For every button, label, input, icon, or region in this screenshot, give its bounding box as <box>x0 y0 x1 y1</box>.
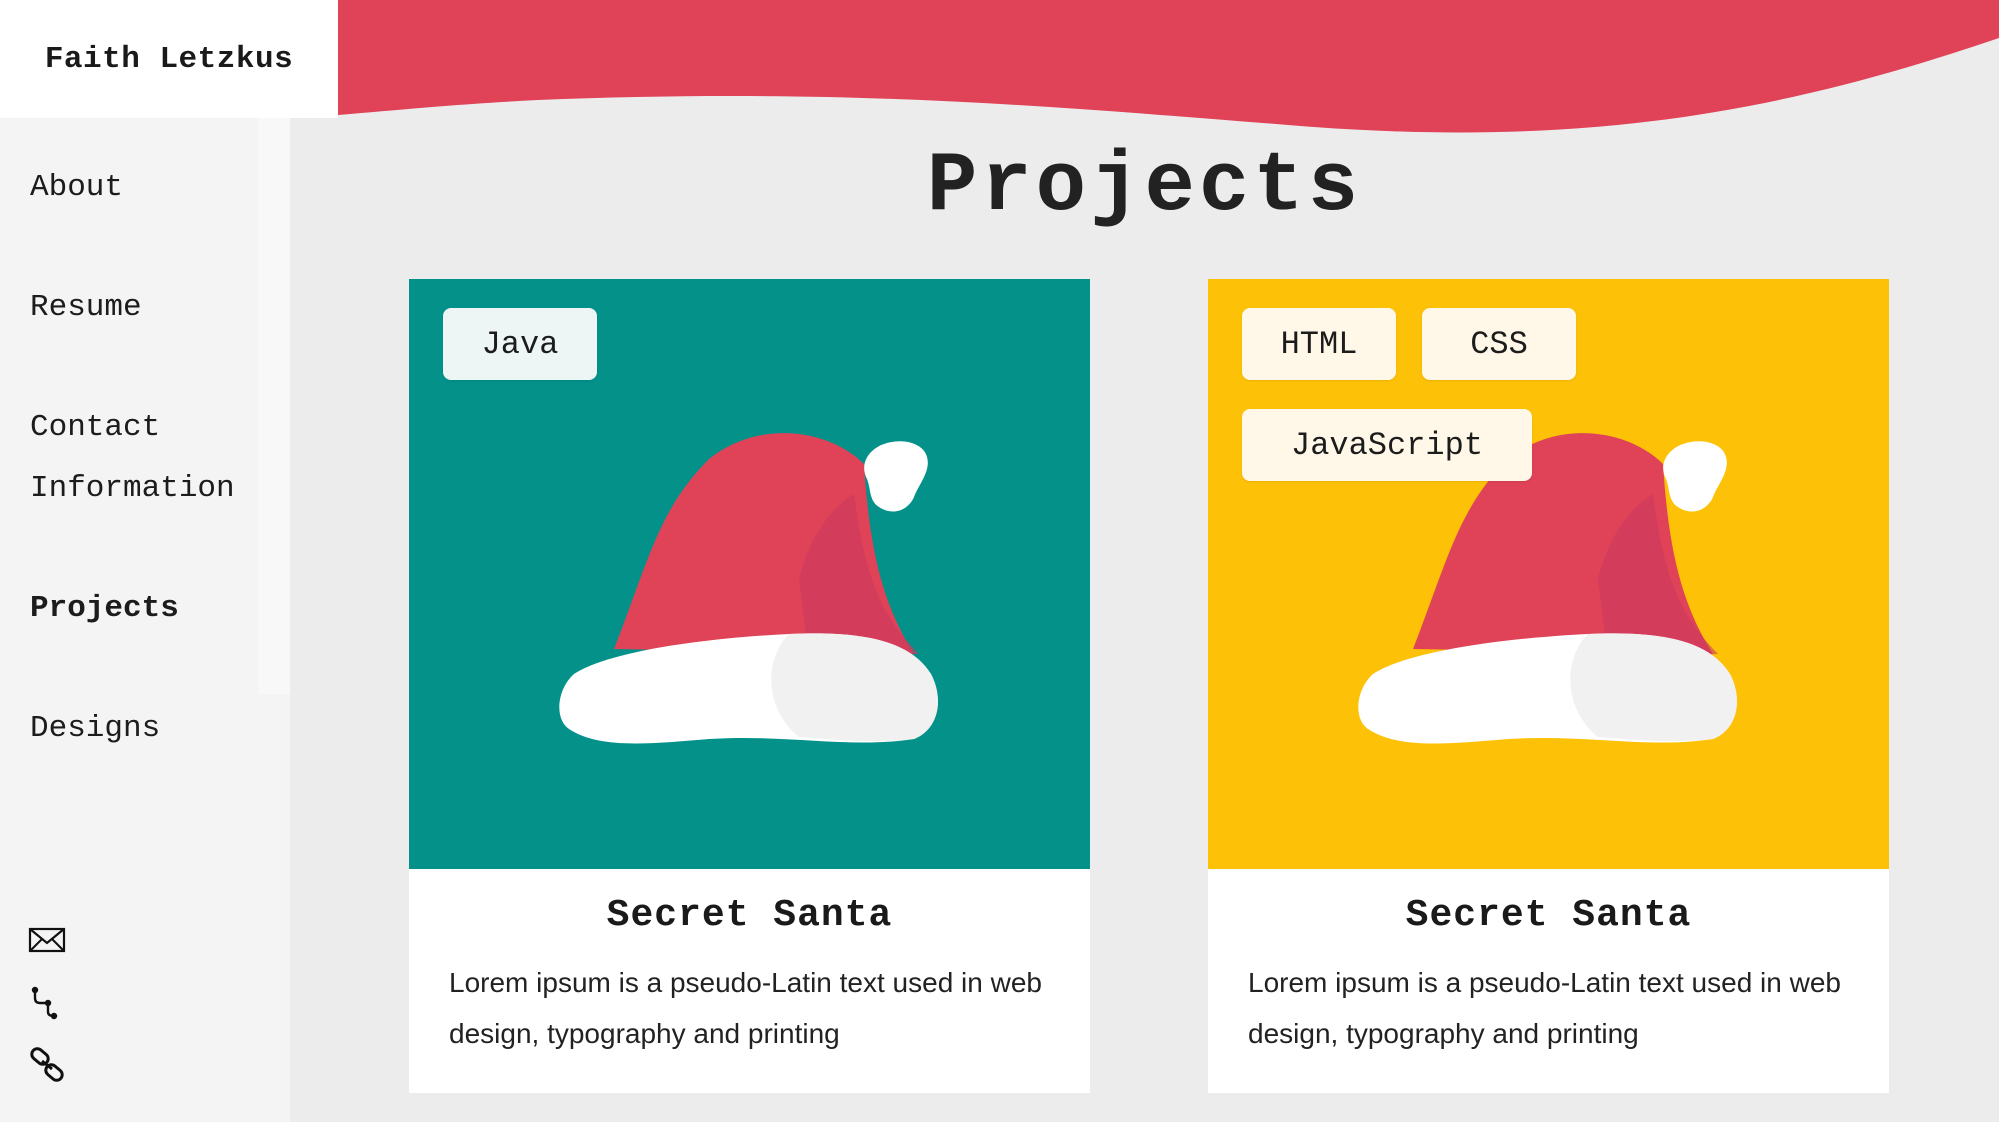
nav-resume[interactable]: Resume <box>30 277 142 338</box>
mail-icon[interactable] <box>28 921 66 959</box>
project-title: Secret Santa <box>1405 894 1692 937</box>
tag-css: CSS <box>1422 308 1576 380</box>
project-card[interactable]: Java Secret Santa Lorem ipsum is a pseud… <box>409 279 1090 1093</box>
project-image: Java <box>409 279 1090 869</box>
project-description: Lorem ipsum is a pseudo-Latin text used … <box>449 967 1042 1049</box>
page-title: Projects <box>926 140 1363 235</box>
nav-contact[interactable]: Contact <box>30 397 160 458</box>
nav-projects[interactable]: Projects <box>30 578 179 639</box>
nav-designs[interactable]: Designs <box>30 698 160 759</box>
tag-java: Java <box>443 308 597 380</box>
project-image: HTML CSS JavaScript <box>1208 279 1889 869</box>
project-description: Lorem ipsum is a pseudo-Latin text used … <box>1248 967 1841 1049</box>
link-icon[interactable] <box>28 1046 66 1084</box>
sidebar-divider <box>258 118 290 694</box>
header-wave <box>338 0 1999 133</box>
git-icon[interactable] <box>28 984 66 1022</box>
tag-javascript: JavaScript <box>1242 409 1532 481</box>
tag-html: HTML <box>1242 308 1396 380</box>
site-logo[interactable]: Faith Letzkus <box>0 0 338 118</box>
nav-about[interactable]: About <box>30 157 123 218</box>
nav-contact-information[interactable]: Information <box>30 458 235 519</box>
project-title: Secret Santa <box>606 894 893 937</box>
project-card[interactable]: HTML CSS JavaScript Secret Santa Lorem i… <box>1208 279 1889 1093</box>
site-name: Faith Letzkus <box>44 41 294 77</box>
